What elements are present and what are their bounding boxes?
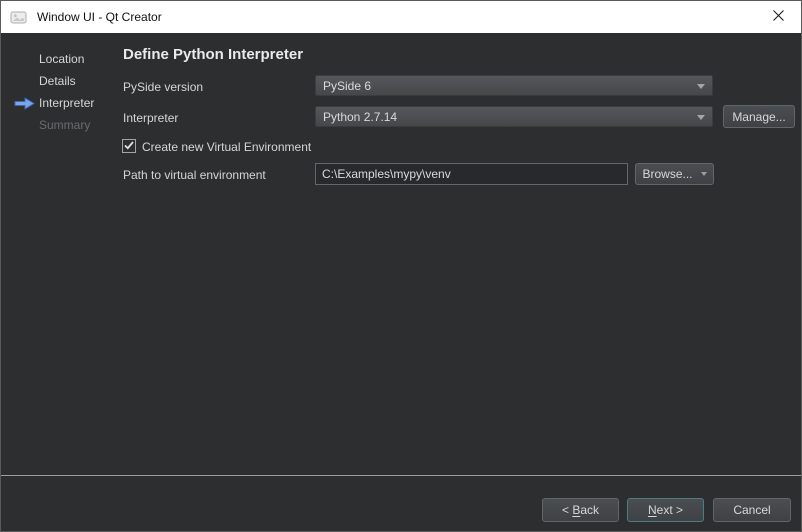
manage-button[interactable]: Manage... xyxy=(723,105,795,128)
wizard-step-summary: Summary xyxy=(1,114,119,136)
caret-down-icon xyxy=(701,172,707,176)
wizard-step-location: Location xyxy=(1,48,119,70)
pyside-version-combobox[interactable]: PySide 6 xyxy=(315,75,713,96)
interpreter-combobox[interactable]: Python 2.7.14 xyxy=(315,106,713,127)
venv-path-label: Path to virtual environment xyxy=(123,168,266,182)
wizard-step-label: Details xyxy=(39,74,76,88)
footer-separator xyxy=(1,475,801,476)
titlebar[interactable]: Window UI - Qt Creator xyxy=(1,1,801,33)
back-button-label: < Back xyxy=(562,503,599,517)
venv-path-input[interactable] xyxy=(315,163,628,185)
window-close-icon xyxy=(773,8,784,26)
caret-down-icon xyxy=(697,84,705,89)
window-title: Window UI - Qt Creator xyxy=(37,10,162,24)
wizard-step-label: Summary xyxy=(39,118,90,132)
create-venv-checkbox[interactable] xyxy=(122,139,136,153)
check-icon xyxy=(124,137,134,155)
wizard-step-label: Interpreter xyxy=(39,96,94,110)
pyside-version-label: PySide version xyxy=(123,80,203,94)
page-title: Define Python Interpreter xyxy=(123,46,303,63)
browse-button[interactable]: Browse... xyxy=(635,163,714,185)
back-button[interactable]: < Back xyxy=(542,498,619,522)
current-step-arrow-icon xyxy=(14,97,35,110)
close-button[interactable] xyxy=(755,1,801,33)
wizard-dialog: Window UI - Qt Creator Location Details … xyxy=(0,0,802,532)
next-button-label: Next > xyxy=(648,503,683,517)
wizard-step-details: Details xyxy=(1,70,119,92)
browse-button-label: Browse... xyxy=(642,167,692,181)
wizard-steps: Location Details Interpreter Summary xyxy=(1,48,119,136)
app-icon xyxy=(10,9,27,26)
caret-down-icon xyxy=(697,115,705,120)
interpreter-value: Python 2.7.14 xyxy=(323,110,397,124)
pyside-version-value: PySide 6 xyxy=(323,79,371,93)
wizard-step-label: Location xyxy=(39,52,84,66)
cancel-button[interactable]: Cancel xyxy=(713,498,791,522)
interpreter-label: Interpreter xyxy=(123,111,178,125)
next-button[interactable]: Next > xyxy=(627,498,704,522)
create-venv-label[interactable]: Create new Virtual Environment xyxy=(142,140,311,154)
